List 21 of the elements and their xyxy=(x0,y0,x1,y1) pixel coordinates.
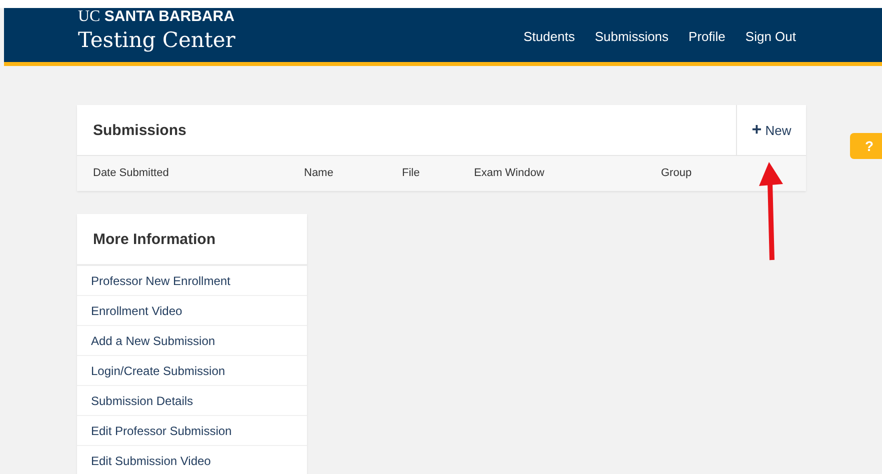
info-link[interactable]: Professor New Enrollment xyxy=(91,274,230,288)
panel-title: Submissions xyxy=(92,122,186,138)
info-link[interactable]: Login/Create Submission xyxy=(91,364,226,378)
new-button[interactable]: + New xyxy=(736,105,806,155)
nav-link[interactable]: Students xyxy=(524,28,575,44)
site-title[interactable]: Testing Center xyxy=(78,25,236,55)
nav-link[interactable]: Profile xyxy=(688,28,726,44)
column-header: Date Submitted xyxy=(93,167,169,179)
info-link[interactable]: Add a New Submission xyxy=(91,334,216,348)
info-link[interactable]: Edit Professor Submission xyxy=(91,424,232,438)
column-header: Exam Window xyxy=(474,167,544,179)
info-link[interactable]: Edit Submission Video xyxy=(91,454,211,468)
panel-title: More Information xyxy=(92,230,216,248)
column-header: Group xyxy=(661,167,692,179)
info-link[interactable]: Submission Details xyxy=(91,394,194,408)
nav-link[interactable]: Submissions xyxy=(594,28,669,44)
nav-link[interactable]: Sign Out xyxy=(745,28,796,44)
university-logo[interactable]: UC SANTA BARBARA xyxy=(78,9,236,25)
column-header: Name xyxy=(304,167,334,179)
info-link[interactable]: Enrollment Video xyxy=(91,304,182,318)
column-header: File xyxy=(402,167,420,179)
